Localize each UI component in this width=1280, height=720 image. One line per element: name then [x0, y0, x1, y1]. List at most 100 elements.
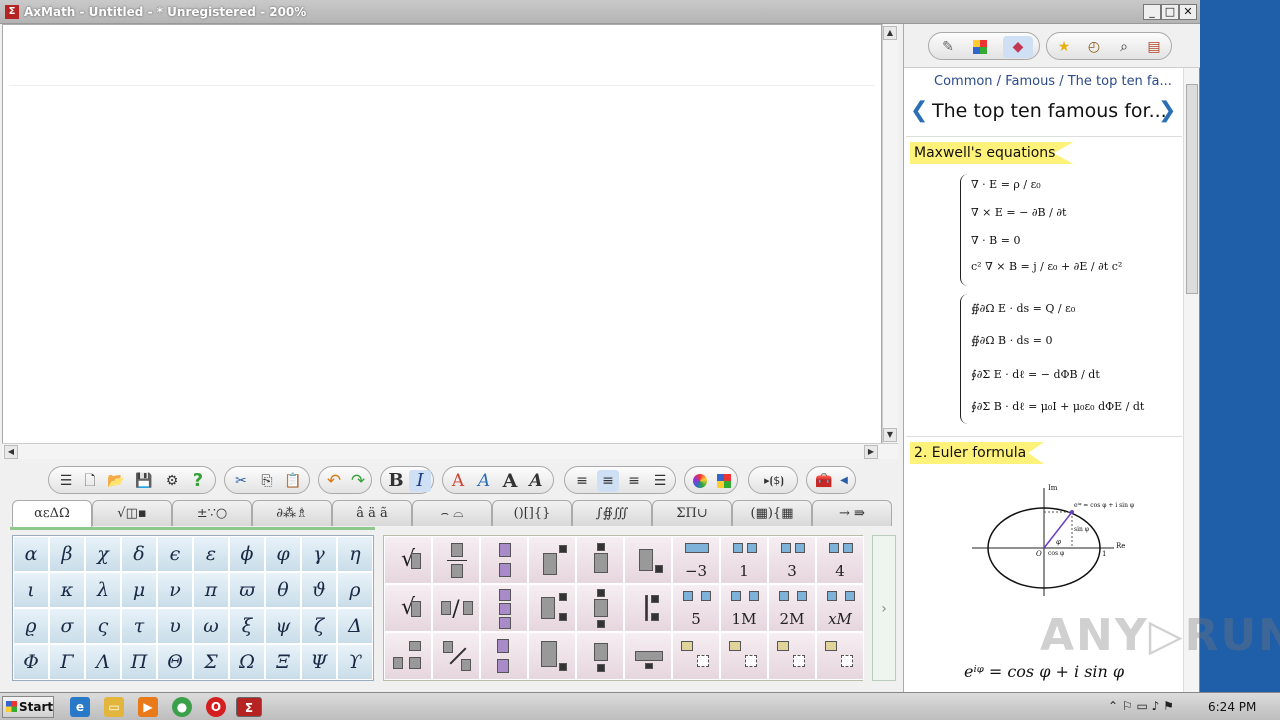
greek-symbol-key[interactable]: κ	[49, 572, 85, 608]
greek-symbol-key[interactable]: δ	[121, 536, 157, 572]
scroll-right-icon[interactable]: ▶	[864, 445, 878, 459]
redo-icon[interactable]: ↷	[347, 470, 369, 492]
greek-symbol-key[interactable]: ι	[13, 572, 49, 608]
save-icon[interactable]: 💾	[133, 470, 155, 492]
explorer-folder-icon[interactable]: ▭	[104, 697, 124, 717]
index-template-2m[interactable]: 2M	[768, 584, 816, 632]
greek-symbol-key[interactable]: τ	[121, 608, 157, 644]
greek-symbol-key[interactable]: λ	[85, 572, 121, 608]
greek-symbol-key[interactable]: ω	[193, 608, 229, 644]
undo-icon[interactable]: ↶	[323, 470, 345, 492]
maxwell-differential[interactable]: ∇ · E = ρ / ε₀ ∇ × E = − ∂B / ∂t ∇ · B =…	[960, 174, 1170, 286]
greek-symbol-key[interactable]: ν	[157, 572, 193, 608]
prev-arrow-icon[interactable]: ❮	[910, 98, 928, 123]
index-template-5[interactable]: 5	[672, 584, 720, 632]
grid-icon[interactable]	[969, 36, 991, 58]
greek-symbol-key[interactable]: χ	[85, 536, 121, 572]
sub-sup-template[interactable]	[528, 584, 576, 632]
tab-matrices[interactable]: (▦){▦	[732, 500, 812, 526]
history-icon[interactable]: ◴	[1083, 36, 1105, 58]
open-folder-icon[interactable]: 📂	[105, 470, 127, 492]
breadcrumb[interactable]: Common / Famous / The top ten fa...	[934, 74, 1172, 89]
start-button[interactable]: Start	[2, 696, 54, 718]
euler-formula[interactable]: eⁱᵠ = cos φ + i sin φ	[964, 662, 1124, 681]
ie-icon[interactable]: e	[70, 697, 90, 717]
greek-symbol-key[interactable]: ϱ	[13, 608, 49, 644]
nth-root-template[interactable]: √	[384, 584, 432, 632]
greek-symbol-key[interactable]: ϑ	[301, 572, 337, 608]
index-template-1m[interactable]: 1M	[720, 584, 768, 632]
tab-brackets[interactable]: ()[]{}	[492, 500, 572, 526]
bold-button[interactable]: B	[385, 470, 407, 492]
paste-icon[interactable]: 📋	[282, 470, 304, 492]
greek-symbol-key[interactable]: σ	[49, 608, 85, 644]
greek-symbol-key[interactable]: η	[337, 536, 373, 572]
tab-arrows[interactable]: → ⇛	[812, 500, 892, 526]
font-smaller-button[interactable]: A	[525, 470, 547, 492]
scroll-up-icon[interactable]: ▲	[883, 26, 897, 40]
greek-symbol-key[interactable]: ϕ	[229, 536, 265, 572]
arrow-template-2[interactable]	[720, 632, 768, 680]
greek-symbol-key[interactable]: φ	[265, 536, 301, 572]
chrome-icon[interactable]: ●	[172, 697, 192, 717]
greek-symbol-key[interactable]: Σ	[193, 644, 229, 680]
greek-symbol-key[interactable]: γ	[301, 536, 337, 572]
maximize-button[interactable]: □	[1161, 4, 1179, 20]
greek-symbol-key[interactable]: Φ	[13, 644, 49, 680]
greek-symbol-key[interactable]: ϵ	[157, 536, 193, 572]
close-button[interactable]: ✕	[1179, 4, 1197, 20]
editor-horizontal-scrollbar[interactable]: ◀ ▶	[2, 443, 898, 459]
opera-icon[interactable]: O	[206, 697, 226, 717]
index-template-xm[interactable]: xM	[816, 584, 864, 632]
index-template-3[interactable]: 3	[768, 536, 816, 584]
index-template-minus3[interactable]: −3	[672, 536, 720, 584]
settings-icon[interactable]: ⚙	[161, 470, 183, 492]
underscript-template[interactable]	[576, 632, 624, 680]
minimize-button[interactable]: _	[1143, 4, 1161, 20]
toolbox-icon[interactable]: 🧰	[813, 470, 835, 492]
tab-roots[interactable]: √◫▪	[92, 500, 172, 526]
brush-icon[interactable]: ✎	[937, 36, 959, 58]
greek-symbol-key[interactable]: β	[49, 536, 85, 572]
tab-sums[interactable]: ΣΠ∪	[652, 500, 732, 526]
font-color-button[interactable]: A	[447, 470, 469, 492]
star-icon[interactable]: ★	[1053, 36, 1075, 58]
greek-symbol-key[interactable]: ψ	[265, 608, 301, 644]
media-player-icon[interactable]: ▶	[138, 697, 158, 717]
library-scroll-thumb[interactable]	[1186, 84, 1198, 294]
palette-icon[interactable]	[713, 470, 735, 492]
diagonal-fraction-template[interactable]	[432, 632, 480, 680]
greek-symbol-key[interactable]: Θ	[157, 644, 193, 680]
greek-symbol-key[interactable]: Ξ	[265, 644, 301, 680]
toolbox-dropdown-icon[interactable]: ◀	[833, 470, 855, 492]
scroll-left-icon[interactable]: ◀	[4, 445, 18, 459]
align-center-icon[interactable]: ≡	[597, 470, 619, 492]
cut-icon[interactable]: ✂	[230, 470, 252, 492]
arrow-template-3[interactable]	[768, 632, 816, 680]
menu-icon[interactable]: ☰	[55, 470, 77, 492]
stack3-template[interactable]	[480, 584, 528, 632]
help-icon[interactable]: ?	[187, 470, 209, 492]
greek-symbol-key[interactable]: Γ	[49, 644, 85, 680]
axmath-taskbar-icon[interactable]: Σ	[236, 697, 262, 717]
section-label-euler[interactable]: 2. Euler formula	[910, 442, 1045, 464]
maxwell-integral[interactable]: ∯∂Ω E · ds = Q / ε₀ ∯∂Ω B · ds = 0 ∮∂Σ E…	[960, 294, 1176, 424]
euler-diagram[interactable]: Im Re eⁱᵠ = cos φ + i sin φ sin φ cos φ …	[964, 480, 1154, 600]
section-label-maxwell[interactable]: Maxwell's equations	[910, 142, 1074, 164]
greek-symbol-key[interactable]: ρ	[337, 572, 373, 608]
scroll-down-icon[interactable]: ▼	[883, 428, 897, 442]
greek-symbol-key[interactable]: ς	[85, 608, 121, 644]
greek-symbol-key[interactable]: ζ	[301, 608, 337, 644]
greek-symbol-key[interactable]: Π	[121, 644, 157, 680]
new-file-icon[interactable]: 🗋	[79, 470, 101, 492]
editor-canvas[interactable]	[2, 24, 882, 444]
slash-fraction-template[interactable]: /	[432, 584, 480, 632]
greek-symbol-key[interactable]: θ	[265, 572, 301, 608]
greek-symbol-key[interactable]: ϒ	[337, 644, 373, 680]
stack-template[interactable]	[480, 536, 528, 584]
tab-integrals[interactable]: ∫∯∭	[572, 500, 652, 526]
index-template-1[interactable]: 1	[720, 536, 768, 584]
align-left-icon[interactable]: ≡	[571, 470, 593, 492]
greek-symbol-key[interactable]: Λ	[85, 644, 121, 680]
fraction-template[interactable]	[432, 536, 480, 584]
